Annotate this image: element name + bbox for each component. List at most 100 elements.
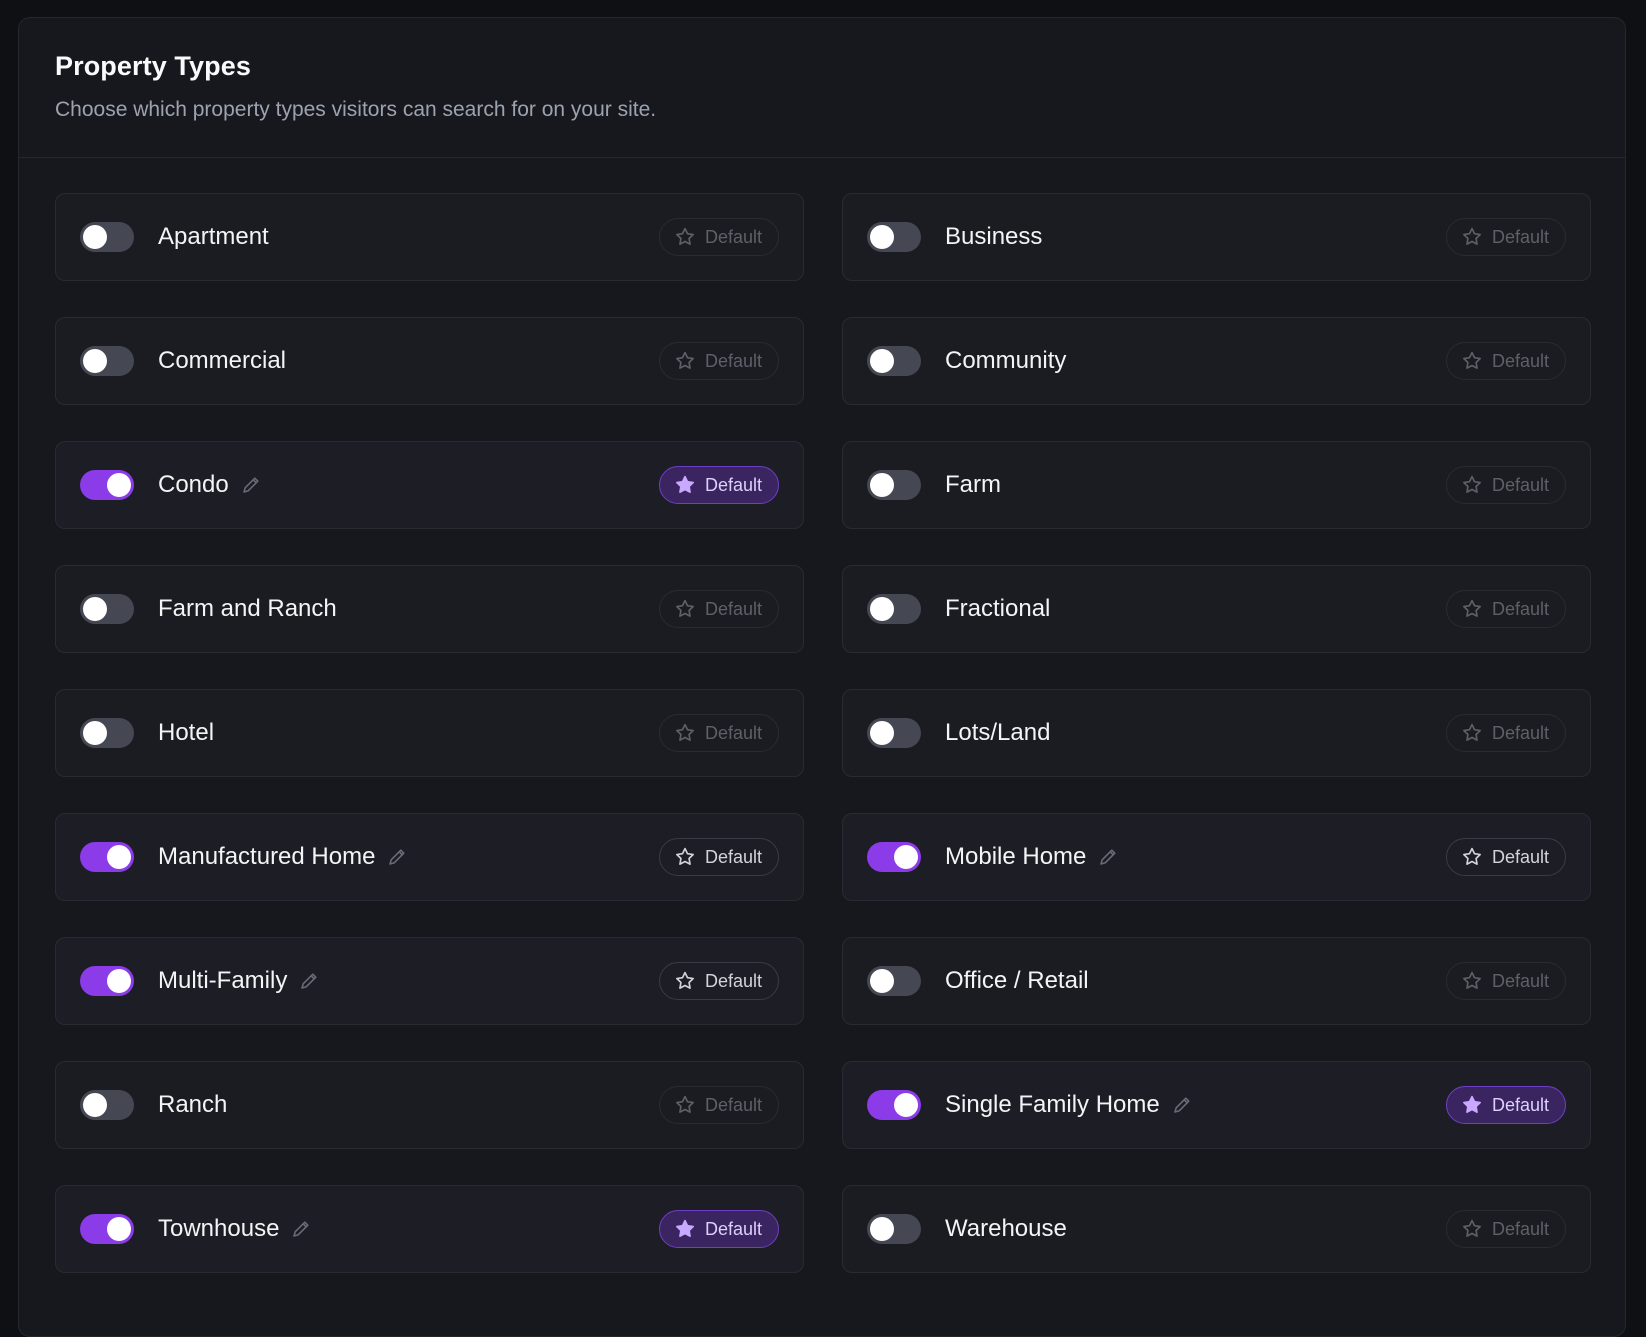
toggle-switch[interactable] <box>80 594 134 624</box>
toggle-switch[interactable] <box>80 1090 134 1120</box>
star-icon <box>675 971 694 989</box>
set-default-button[interactable]: Default <box>658 466 779 504</box>
default-button-label: Default <box>1491 1094 1549 1115</box>
page-title: Property Types <box>55 51 251 81</box>
set-default-button[interactable]: Default <box>658 590 779 628</box>
property-type-card-commercial: Commercial Default <box>55 317 804 405</box>
toggle-switch[interactable] <box>867 842 921 872</box>
property-type-card-hotel: Hotel Default <box>55 689 804 777</box>
star-icon <box>1462 1095 1481 1113</box>
property-type-card-community: Community Default <box>842 317 1591 405</box>
star-icon <box>1462 971 1481 989</box>
default-button-label: Default <box>704 474 762 495</box>
toggle-switch[interactable] <box>80 346 134 376</box>
property-type-card-lots-land: Lots/Land Default <box>842 689 1591 777</box>
set-default-button[interactable]: Default <box>658 1086 779 1124</box>
set-default-button[interactable]: Default <box>1445 590 1566 628</box>
toggle-knob <box>894 845 918 869</box>
toggle-knob <box>83 597 107 621</box>
toggle-switch[interactable] <box>80 718 134 748</box>
property-type-card-apartment: Apartment Default <box>55 193 804 281</box>
property-type-card-farm: Farm Default <box>842 441 1591 529</box>
pencil-icon[interactable] <box>1172 1095 1192 1115</box>
default-button-label: Default <box>1491 1218 1549 1239</box>
property-type-label: Community <box>945 347 1067 374</box>
toggle-switch[interactable] <box>867 470 921 500</box>
property-type-label: Warehouse <box>945 1215 1067 1242</box>
property-type-card-manufactured-home: Manufactured Home Default <box>55 813 804 901</box>
property-type-label: Commercial <box>158 347 287 374</box>
toggle-knob <box>870 225 894 249</box>
property-type-card-single-family-home: Single Family Home Default <box>842 1061 1591 1149</box>
pencil-icon[interactable] <box>241 475 261 495</box>
default-button-label: Default <box>704 846 762 867</box>
toggle-knob <box>894 1093 918 1117</box>
toggle-knob <box>107 1217 131 1241</box>
default-button-label: Default <box>704 598 762 619</box>
set-default-button[interactable]: Default <box>1445 1210 1566 1248</box>
set-default-button[interactable]: Default <box>658 838 779 876</box>
toggle-knob <box>107 473 131 497</box>
star-icon <box>1462 227 1481 245</box>
pencil-icon[interactable] <box>299 971 319 991</box>
property-type-card-farm-and-ranch: Farm and Ranch Default <box>55 565 804 653</box>
toggle-switch[interactable] <box>80 1214 134 1244</box>
toggle-switch[interactable] <box>867 594 921 624</box>
toggle-switch[interactable] <box>867 718 921 748</box>
toggle-switch[interactable] <box>80 966 134 996</box>
toggle-knob <box>83 1093 107 1117</box>
star-icon <box>1462 847 1481 865</box>
star-icon <box>675 475 694 493</box>
property-type-card-warehouse: Warehouse Default <box>842 1185 1591 1273</box>
property-type-card-business: Business Default <box>842 193 1591 281</box>
toggle-knob <box>870 721 894 745</box>
toggle-switch[interactable] <box>80 842 134 872</box>
property-type-card-office-retail: Office / Retail Default <box>842 937 1591 1025</box>
toggle-switch[interactable] <box>867 1090 921 1120</box>
set-default-button[interactable]: Default <box>1445 838 1566 876</box>
property-type-card-townhouse: Townhouse Default <box>55 1185 804 1273</box>
toggle-knob <box>870 969 894 993</box>
set-default-button[interactable]: Default <box>658 1210 779 1248</box>
panel-header: Property Types Choose which property typ… <box>19 18 1625 158</box>
set-default-button[interactable]: Default <box>658 342 779 380</box>
default-button-label: Default <box>704 970 762 991</box>
star-icon <box>1462 351 1481 369</box>
default-button-label: Default <box>1491 474 1549 495</box>
toggle-switch[interactable] <box>867 966 921 996</box>
property-type-card-mobile-home: Mobile Home Default <box>842 813 1591 901</box>
property-type-card-condo: Condo Default <box>55 441 804 529</box>
toggle-switch[interactable] <box>867 222 921 252</box>
property-type-grid: Apartment Default Business Default Commercia… <box>55 193 1591 1273</box>
set-default-button[interactable]: Default <box>658 218 779 256</box>
set-default-button[interactable]: Default <box>1445 342 1566 380</box>
property-type-label: Multi-Family <box>158 967 288 994</box>
default-button-label: Default <box>704 350 762 371</box>
property-type-label: Lots/Land <box>945 719 1051 746</box>
toggle-knob <box>870 473 894 497</box>
toggle-knob <box>107 845 131 869</box>
set-default-button[interactable]: Default <box>1445 962 1566 1000</box>
toggle-switch[interactable] <box>80 222 134 252</box>
default-button-label: Default <box>704 722 762 743</box>
pencil-icon[interactable] <box>291 1219 311 1239</box>
set-default-button[interactable]: Default <box>658 962 779 1000</box>
toggle-switch[interactable] <box>867 346 921 376</box>
set-default-button[interactable]: Default <box>1445 218 1566 256</box>
default-button-label: Default <box>1491 846 1549 867</box>
property-type-label: Manufactured Home <box>158 843 376 870</box>
toggle-switch[interactable] <box>867 1214 921 1244</box>
toggle-knob <box>870 597 894 621</box>
default-button-label: Default <box>1491 970 1549 991</box>
set-default-button[interactable]: Default <box>1445 714 1566 752</box>
star-icon <box>675 1095 694 1113</box>
property-type-card-fractional: Fractional Default <box>842 565 1591 653</box>
pencil-icon[interactable] <box>1098 847 1118 867</box>
pencil-icon[interactable] <box>387 847 407 867</box>
toggle-switch[interactable] <box>80 470 134 500</box>
set-default-button[interactable]: Default <box>1445 1086 1566 1124</box>
set-default-button[interactable]: Default <box>1445 466 1566 504</box>
set-default-button[interactable]: Default <box>658 714 779 752</box>
property-type-label: Apartment <box>158 223 269 250</box>
page-subtitle: Choose which property types visitors can… <box>55 98 657 121</box>
